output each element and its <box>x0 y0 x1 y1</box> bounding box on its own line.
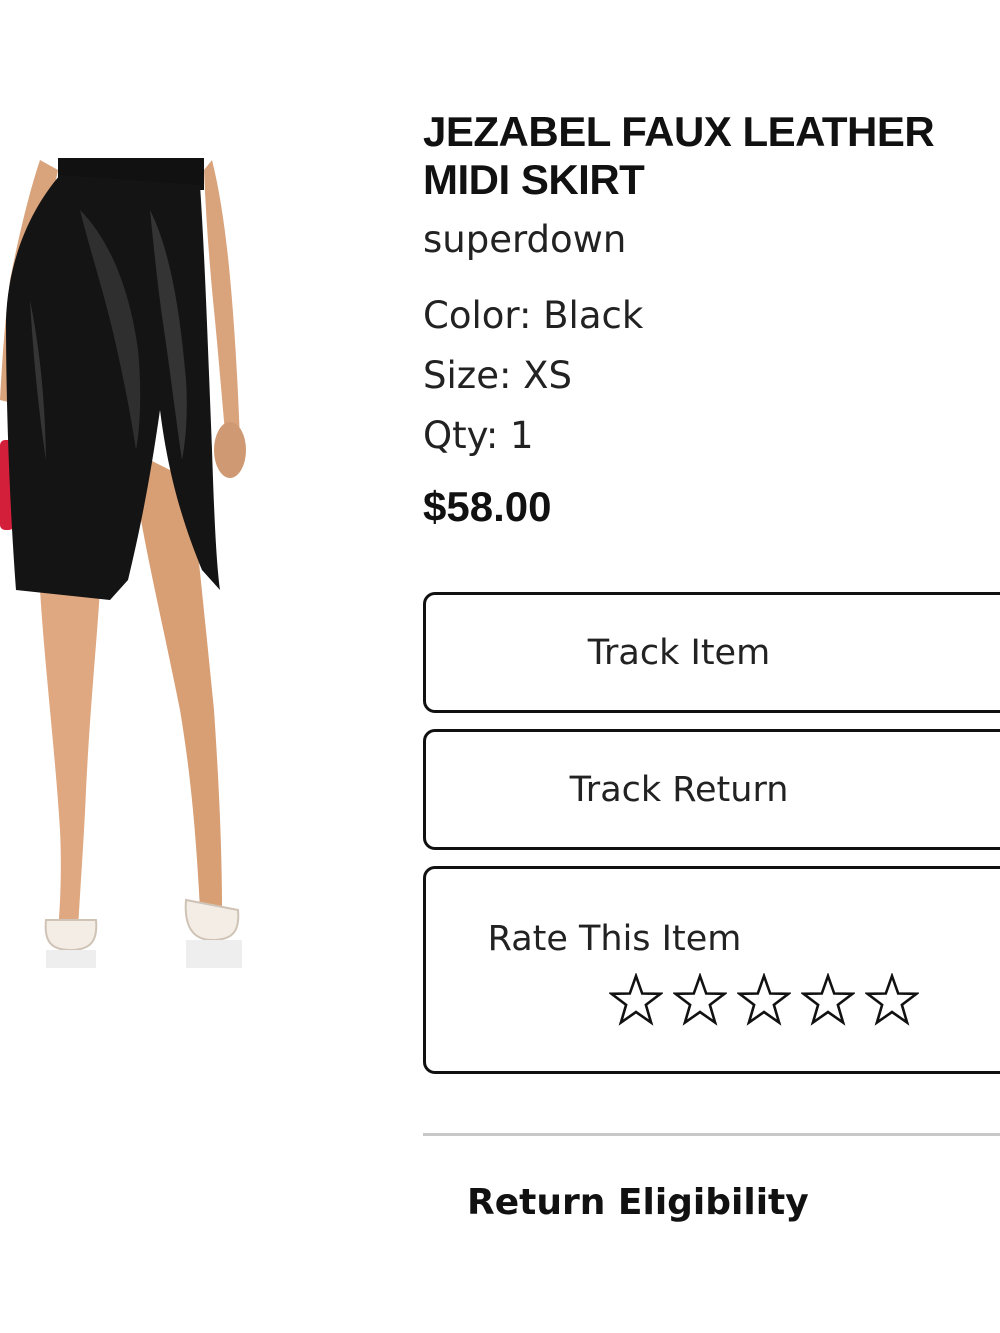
star-outline-icon[interactable] <box>609 973 663 1027</box>
order-item-page: JEZABEL FAUX LEATHER MIDI SKIRT superdow… <box>0 0 1000 1333</box>
product-quantity: Qty: 1 <box>423 414 534 457</box>
star-outline-icon[interactable] <box>737 973 791 1027</box>
star-outline-icon[interactable] <box>801 973 855 1027</box>
track-return-label: Track Return <box>569 769 789 810</box>
track-item-button[interactable]: Track Item <box>423 592 1000 713</box>
product-photo <box>0 158 246 968</box>
star-outline-icon[interactable] <box>673 973 727 1027</box>
rate-item-label: Rate This Item <box>487 919 742 959</box>
star-rating <box>609 973 919 1027</box>
product-brand: superdown <box>423 218 627 261</box>
track-return-button[interactable]: Track Return <box>423 729 1000 850</box>
track-item-label: Track Item <box>587 632 771 673</box>
product-details: JEZABEL FAUX LEATHER MIDI SKIRT superdow… <box>423 108 1000 532</box>
product-price: $58.00 <box>423 483 552 530</box>
return-eligibility-link[interactable]: Return Eligibility <box>467 1182 809 1223</box>
product-title: JEZABEL FAUX LEATHER MIDI SKIRT <box>423 108 935 203</box>
star-outline-icon[interactable] <box>865 973 919 1027</box>
product-image <box>0 150 290 980</box>
product-size: Size: XS <box>423 354 573 397</box>
rate-item-panel: Rate This Item <box>423 866 1000 1074</box>
product-color: Color: Black <box>423 294 644 337</box>
section-divider <box>423 1133 1000 1136</box>
